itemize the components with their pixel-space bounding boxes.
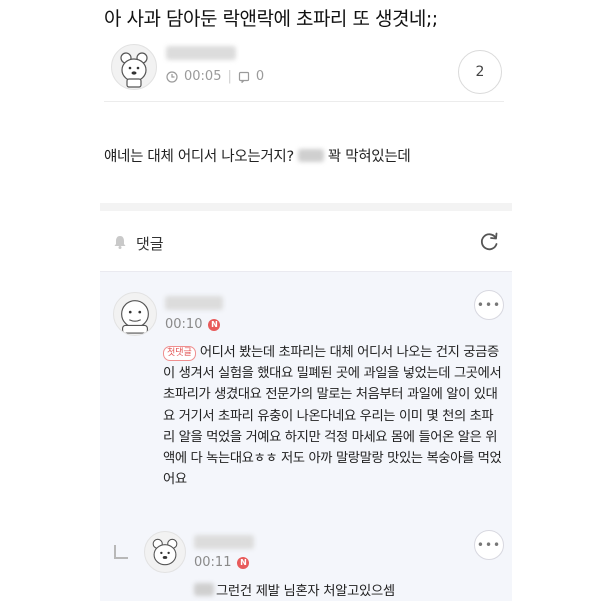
post-time: 00:05 (184, 69, 222, 84)
post-body: 얘네는 대체 어디서 나오는거지? 꽉 막혀있는데 (104, 145, 411, 166)
reply-body: 그런건 제발 님혼자 처알고있으셈 (194, 580, 395, 599)
commenter-name-blurred (165, 296, 223, 310)
comment-text: 어디서 봤는데 초파리는 대체 어디서 나오는 건지 궁금증이 생겨서 실험을 … (163, 345, 502, 488)
new-badge: N (237, 556, 250, 569)
meta-separator: | (227, 69, 232, 84)
replier-avatar[interactable] (144, 531, 186, 573)
bell-icon (114, 236, 126, 249)
comment-time: 00:10 (165, 317, 203, 332)
author-name-blurred (166, 46, 236, 60)
character-avatar-icon (152, 538, 178, 566)
post-body-text-after: 꽉 막혀있는데 (327, 149, 411, 165)
comment-icon (238, 71, 249, 83)
blurred-word (297, 149, 324, 162)
reply-time: 00:11 (194, 555, 232, 570)
comment-count: 0 (255, 69, 265, 84)
comments-header: 댓글 (100, 211, 512, 271)
post-title: 아 사과 담아둔 락앤락에 초파리 또 생겻네;; (104, 8, 438, 30)
more-options-button[interactable]: ••• (474, 530, 504, 560)
comments-label: 댓글 (136, 235, 164, 253)
comment-body: 첫댓글 어디서 봤는데 초파리는 대체 어디서 나오는 건지 궁금증이 생겨서 실… (163, 342, 503, 490)
reply-count-button[interactable]: 2 (458, 50, 502, 94)
reply-arrow-icon (114, 545, 128, 559)
section-separator (100, 203, 512, 211)
post-body-text-before: 얘네는 대체 어디서 나오는거지? (104, 149, 294, 165)
author-avatar[interactable] (111, 44, 157, 90)
first-comment-tag: 첫댓글 (163, 346, 196, 361)
more-icon: ••• (476, 538, 502, 552)
reply-meta: 00:11 N (194, 555, 250, 570)
reply-text: 그런건 제발 님혼자 처알고있으셈 (216, 584, 395, 599)
clock-icon (166, 70, 178, 83)
character-avatar-icon (120, 52, 148, 88)
new-badge: N (208, 318, 221, 331)
refresh-icon[interactable] (478, 231, 500, 253)
more-icon: ••• (476, 298, 502, 312)
post-view: 아 사과 담아둔 락앤락에 초파리 또 생겻네;; 00:05 | 0 2 얘네… (100, 0, 512, 601)
post-meta: 00:05 | 0 (166, 69, 264, 84)
more-options-button[interactable]: ••• (474, 290, 504, 320)
character-avatar-icon (121, 300, 149, 334)
blurred-mention (194, 583, 214, 596)
replier-name-blurred (194, 535, 254, 549)
comments-list: 00:10 N ••• 첫댓글 어디서 봤는데 초파리는 대체 어디서 나오는 건… (100, 271, 512, 601)
comment-meta: 00:10 N (165, 317, 221, 332)
commenter-avatar[interactable] (113, 292, 157, 336)
divider (104, 101, 504, 102)
